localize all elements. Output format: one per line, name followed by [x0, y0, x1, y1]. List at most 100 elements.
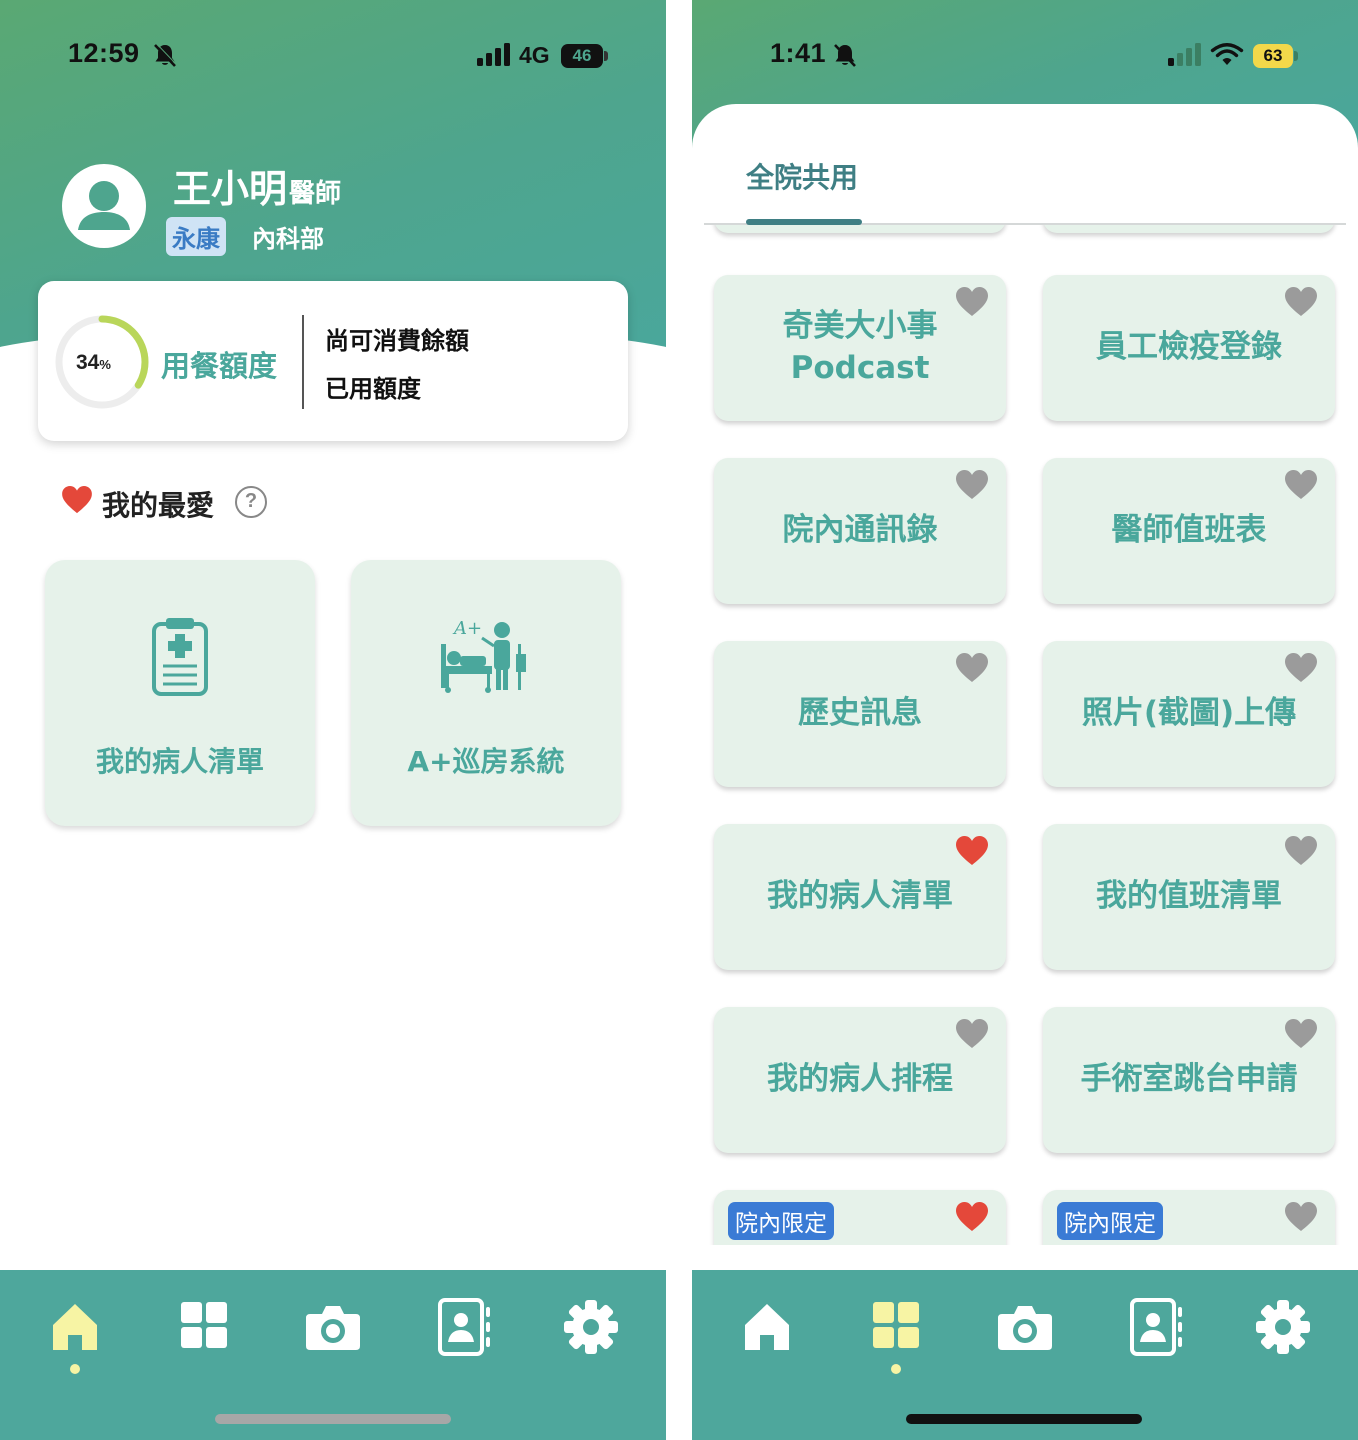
meal-percent-sign: %	[99, 357, 111, 372]
grid-icon	[181, 1302, 227, 1348]
status-bar: 1:41 63	[692, 0, 1358, 110]
ward-round-icon: A+	[441, 618, 526, 693]
status-time: 1:41	[770, 38, 827, 68]
service-label-line1: 醫師值班表	[1111, 512, 1267, 549]
gear-icon	[564, 1300, 618, 1354]
favorite-toggle-icon[interactable]	[1285, 1019, 1317, 1049]
campus-badge: 永康	[166, 217, 226, 256]
meal-quota-label: 用餐額度	[161, 349, 278, 383]
tab-camera[interactable]	[990, 1292, 1060, 1362]
home-indicator	[215, 1414, 451, 1424]
favorite-toggle-icon[interactable]	[956, 653, 988, 683]
service-label-line1: 我的值班清單	[1096, 878, 1282, 915]
service-label-line1: 照片(截圖)上傳	[1081, 695, 1297, 732]
favorite-heart-icon	[62, 486, 92, 514]
tab-settings[interactable]	[1248, 1292, 1318, 1362]
active-tab-indicator	[891, 1364, 901, 1374]
favorite-card-patient-list[interactable]: 我的病人清單	[45, 560, 315, 826]
gear-icon	[1256, 1300, 1310, 1354]
favorite-toggle-icon[interactable]	[956, 287, 988, 317]
user-name-text: 王小明	[173, 167, 288, 211]
active-tab-indicator	[70, 1364, 80, 1374]
favorite-card-label: A+巡房系統	[407, 745, 565, 778]
favorite-toggle-icon[interactable]	[1285, 470, 1317, 500]
meal-quota-card[interactable]: 34% 用餐額度 尚可消費餘額 已用額度	[38, 281, 628, 441]
service-card-photo-upload[interactable]: 照片(截圖)上傳	[1043, 641, 1335, 787]
favorite-toggle-icon[interactable]	[956, 1202, 988, 1232]
services-grid[interactable]: 奇美大小事 Podcast 員工檢疫登錄 院內通訊錄 醫師值班表 歷史訊息 照片…	[692, 225, 1358, 1245]
tab-home[interactable]	[40, 1292, 110, 1362]
tab-hospital-shared[interactable]: 全院共用	[746, 156, 858, 196]
service-card-history[interactable]: 歷史訊息	[714, 641, 1006, 787]
clipboard-medical-icon	[152, 618, 208, 696]
service-label-line1: 員工檢疫登錄	[1096, 329, 1282, 366]
camera-icon	[306, 1306, 360, 1350]
services-screen: 1:41 63 全院共用 奇美大小事 Podcast 員工檢疫登錄 院內通訊錄 …	[692, 0, 1358, 1440]
service-card-podcast[interactable]: 奇美大小事 Podcast	[714, 275, 1006, 421]
network-type: 4G	[519, 42, 550, 68]
cellular-signal-icon	[477, 43, 510, 66]
services-sheet: 全院共用 奇美大小事 Podcast 員工檢疫登錄 院內通訊錄 醫師值班表 歷史…	[692, 104, 1358, 1270]
internal-only-badge: 院內限定	[728, 1202, 834, 1240]
service-card-doctor-roster[interactable]: 醫師值班表	[1043, 458, 1335, 604]
avatar[interactable]	[62, 164, 146, 248]
meal-percent: 34%	[76, 351, 111, 375]
help-icon[interactable]: ?	[235, 486, 267, 518]
service-card-offscreen[interactable]	[1043, 225, 1335, 233]
home-indicator	[906, 1414, 1142, 1424]
status-time: 12:59	[68, 38, 140, 68]
home-icon	[53, 1304, 97, 1350]
status-bar: 12:59 4G 46	[0, 0, 666, 110]
internal-only-badge: 院內限定	[1057, 1202, 1163, 1240]
favorite-toggle-icon[interactable]	[1285, 287, 1317, 317]
favorites-title: 我的最愛	[102, 489, 215, 522]
meal-divider	[302, 315, 304, 409]
tab-camera[interactable]	[298, 1292, 368, 1362]
tab-contacts[interactable]	[428, 1292, 498, 1362]
camera-icon	[998, 1306, 1052, 1350]
silent-bell-icon	[834, 44, 856, 67]
user-title: 醫師	[289, 179, 342, 209]
service-card-duty-list[interactable]: 我的值班清單	[1043, 824, 1335, 970]
tab-home[interactable]	[732, 1292, 802, 1362]
tab-bar	[692, 1270, 1358, 1440]
service-card-internal-only[interactable]: 院內限定	[714, 1190, 1006, 1245]
favorite-toggle-icon[interactable]	[956, 470, 988, 500]
service-card-directory[interactable]: 院內通訊錄	[714, 458, 1006, 604]
tab-services[interactable]	[861, 1292, 931, 1362]
battery-level: 63	[1253, 44, 1293, 68]
department: 內科部	[252, 225, 324, 253]
silent-bell-icon	[154, 43, 177, 67]
tab-services[interactable]	[169, 1292, 239, 1362]
home-icon	[745, 1304, 789, 1350]
service-label-line1: 奇美大小事	[782, 308, 938, 345]
contacts-icon	[1130, 1298, 1182, 1356]
remaining-balance-label: 尚可消費餘額	[325, 327, 469, 355]
service-label-line1: 手術室跳台申請	[1080, 1061, 1298, 1098]
service-card-offscreen[interactable]	[714, 225, 1006, 233]
favorite-card-ward-round[interactable]: A+ A+巡房系統	[351, 560, 621, 826]
battery-tip	[1294, 51, 1298, 61]
favorite-toggle-icon[interactable]	[1285, 1202, 1317, 1232]
tab-bar	[0, 1270, 666, 1440]
favorite-toggle-icon[interactable]	[1285, 653, 1317, 683]
service-label-line1: 歷史訊息	[798, 695, 922, 732]
favorite-toggle-icon[interactable]	[956, 836, 988, 866]
service-card-or-transfer[interactable]: 手術室跳台申請	[1043, 1007, 1335, 1153]
tab-contacts[interactable]	[1120, 1292, 1190, 1362]
service-card-patient-list[interactable]: 我的病人清單	[714, 824, 1006, 970]
service-label-line2: Podcast	[790, 350, 930, 386]
service-card-patient-schedule[interactable]: 我的病人排程	[714, 1007, 1006, 1153]
service-label-line1: 院內通訊錄	[782, 512, 938, 549]
favorite-toggle-icon[interactable]	[1285, 836, 1317, 866]
battery-level: 46	[561, 44, 603, 68]
favorite-toggle-icon[interactable]	[956, 1019, 988, 1049]
home-screen: 12:59 4G 46 王小明醫師 永康 內科部 34% 用餐額度 尚可消費餘額…	[0, 0, 666, 1440]
user-name: 王小明醫師	[173, 158, 341, 213]
service-card-quarantine[interactable]: 員工檢疫登錄	[1043, 275, 1335, 421]
tab-settings[interactable]	[556, 1292, 626, 1362]
service-card-internal-only[interactable]: 院內限定	[1043, 1190, 1335, 1245]
svg-text:A+: A+	[452, 618, 482, 639]
favorite-card-label: 我的病人清單	[95, 745, 264, 778]
meal-percent-value: 34	[76, 351, 100, 374]
